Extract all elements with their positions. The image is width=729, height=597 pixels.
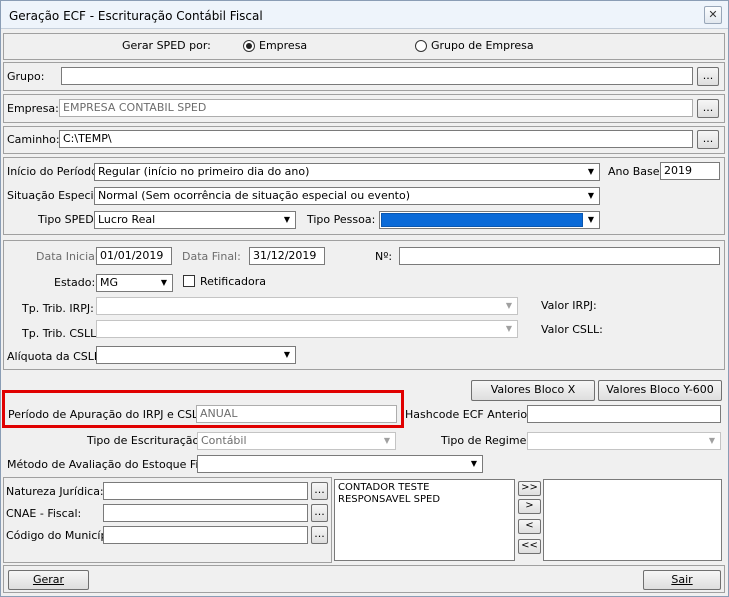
situacao-especial-label: Situação Especial: — [7, 189, 108, 202]
numero-label: Nº: — [375, 250, 393, 263]
empresa-browse-button[interactable]: ... — [697, 99, 719, 118]
chevron-down-icon: ▼ — [160, 278, 168, 287]
sair-button[interactable]: Sair — [643, 570, 721, 590]
hashcode-label: Hashcode ECF Anterior: — [405, 408, 536, 421]
aliquota-select[interactable]: ▼ — [96, 346, 296, 364]
data-inicial-label: Data Inicial: — [36, 250, 102, 263]
retificadora-label[interactable]: Retificadora — [200, 275, 266, 289]
natureza-juridica-label: Natureza Jurídica: — [6, 485, 104, 498]
trib-csll-label: Tp. Trib. CSLL: — [22, 327, 100, 340]
grupo-browse-button[interactable]: ... — [697, 67, 719, 86]
ano-base-input[interactable]: 2019 — [660, 162, 720, 180]
radio-grupo-empresa-label[interactable]: Grupo de Empresa — [431, 39, 534, 53]
move-left-button[interactable]: < — [518, 519, 541, 534]
estado-label: Estado: — [54, 276, 96, 289]
periodo-apuracao-label: Período de Apuração do IRPJ e CSLL: — [8, 408, 208, 421]
list-item[interactable]: CONTADOR TESTE — [338, 482, 511, 494]
move-right-button[interactable]: > — [518, 499, 541, 514]
trib-csll-select[interactable]: ▼ — [96, 320, 518, 338]
valores-bloco-x-button[interactable]: Valores Bloco X — [471, 380, 595, 401]
metodo-estoque-select[interactable]: ▼ — [197, 455, 483, 473]
empresa-label: Empresa: — [7, 102, 59, 115]
tipo-regime-label: Tipo de Regime: — [441, 434, 531, 447]
radio-empresa[interactable] — [243, 40, 255, 52]
cnae-input[interactable] — [103, 504, 308, 522]
inicio-periodo-label: Início do Período: — [7, 165, 102, 178]
sair-label: Sair — [671, 573, 693, 586]
chevron-down-icon: ▼ — [383, 436, 391, 445]
natureza-juridica-input[interactable] — [103, 482, 308, 500]
sped-panel — [3, 33, 725, 60]
situacao-especial-value: Normal (Sem ocorrência de situação espec… — [98, 189, 411, 202]
inicio-periodo-value: Regular (início no primeiro dia do ano) — [98, 165, 310, 178]
metodo-estoque-label: Método de Avaliação do Estoque Final: — [7, 458, 219, 471]
chevron-down-icon: ▼ — [708, 436, 716, 445]
chevron-down-icon: ▼ — [505, 301, 513, 310]
tipo-escrituracao-value: Contábil — [201, 434, 247, 447]
chevron-down-icon: ▼ — [505, 324, 513, 333]
trib-irpj-label: Tp. Trib. IRPJ: — [22, 302, 94, 315]
valor-irpj-label: Valor IRPJ: — [541, 299, 597, 312]
data-final-label: Data Final: — [182, 250, 241, 263]
tipo-pessoa-label: Tipo Pessoa: — [307, 213, 376, 226]
tipo-sped-label: Tipo SPED: — [38, 213, 98, 226]
tipo-sped-value: Lucro Real — [98, 213, 156, 226]
data-inicial-input[interactable]: 01/01/2019 — [96, 247, 172, 265]
retificadora-checkbox[interactable] — [183, 275, 195, 287]
chevron-down-icon: ▼ — [283, 350, 291, 359]
title-bar: Geração ECF - Escrituração Contábil Fisc… — [1, 1, 728, 29]
data-final-input[interactable]: 31/12/2019 — [249, 247, 325, 265]
ano-base-label: Ano Base: — [608, 165, 664, 178]
gerar-button[interactable]: Gerar — [8, 570, 89, 590]
valor-csll-label: Valor CSLL: — [541, 323, 603, 336]
caminho-browse-button[interactable]: ... — [697, 130, 719, 149]
close-button[interactable]: ✕ — [704, 6, 722, 24]
selected-responsaveis-list[interactable] — [543, 479, 722, 561]
gerar-label: Gerar — [32, 573, 65, 586]
chevron-down-icon: ▼ — [283, 215, 291, 224]
cnae-browse-button[interactable]: ... — [311, 504, 328, 522]
sped-label: Gerar SPED por: — [122, 39, 211, 52]
responsaveis-list[interactable]: CONTADOR TESTE RESPONSAVEL SPED — [334, 479, 515, 561]
tipo-sped-select[interactable]: Lucro Real ▼ — [94, 211, 296, 229]
municipio-input[interactable] — [103, 526, 308, 544]
window-title: Geração ECF - Escrituração Contábil Fisc… — [9, 9, 263, 23]
natureza-browse-button[interactable]: ... — [311, 482, 328, 500]
periodo-apuracao-input[interactable]: ANUAL — [196, 405, 397, 423]
tipo-regime-select[interactable]: ▼ — [527, 432, 721, 450]
caminho-label: Caminho: — [7, 133, 60, 146]
chevron-down-icon: ▼ — [587, 215, 595, 224]
hashcode-input[interactable] — [527, 405, 721, 423]
tipo-escrituracao-label: Tipo de Escrituração: — [87, 434, 203, 447]
grupo-label: Grupo: — [7, 70, 45, 83]
move-all-left-button[interactable]: << — [518, 539, 541, 554]
tipo-escrituracao-select[interactable]: Contábil ▼ — [197, 432, 396, 450]
trib-irpj-select[interactable]: ▼ — [96, 297, 518, 315]
chevron-down-icon: ▼ — [587, 167, 595, 176]
chevron-down-icon: ▼ — [470, 459, 478, 468]
estado-value: MG — [100, 276, 119, 289]
numero-input[interactable] — [399, 247, 720, 265]
empresa-input[interactable]: EMPRESA CONTABIL SPED — [59, 99, 693, 117]
list-item[interactable]: RESPONSAVEL SPED — [338, 494, 511, 506]
grupo-input[interactable] — [61, 67, 693, 85]
municipio-browse-button[interactable]: ... — [311, 526, 328, 544]
tipo-pessoa-select[interactable]: ▼ — [379, 211, 600, 229]
selection-highlight — [381, 213, 583, 227]
situacao-especial-select[interactable]: Normal (Sem ocorrência de situação espec… — [94, 187, 600, 205]
caminho-input[interactable]: C:\TEMP\ — [59, 130, 693, 148]
cnae-label: CNAE - Fiscal: — [6, 507, 82, 520]
chevron-down-icon: ▼ — [587, 191, 595, 200]
footer-panel — [3, 565, 725, 593]
estado-select[interactable]: MG ▼ — [96, 274, 173, 292]
inicio-periodo-select[interactable]: Regular (início no primeiro dia do ano) ▼ — [94, 163, 600, 181]
aliquota-label: Alíquota da CSLL: — [7, 350, 104, 363]
move-all-right-button[interactable]: >> — [518, 481, 541, 496]
radio-grupo-empresa[interactable] — [415, 40, 427, 52]
valores-bloco-y600-button[interactable]: Valores Bloco Y-600 — [598, 380, 722, 401]
radio-empresa-label[interactable]: Empresa — [259, 39, 307, 53]
